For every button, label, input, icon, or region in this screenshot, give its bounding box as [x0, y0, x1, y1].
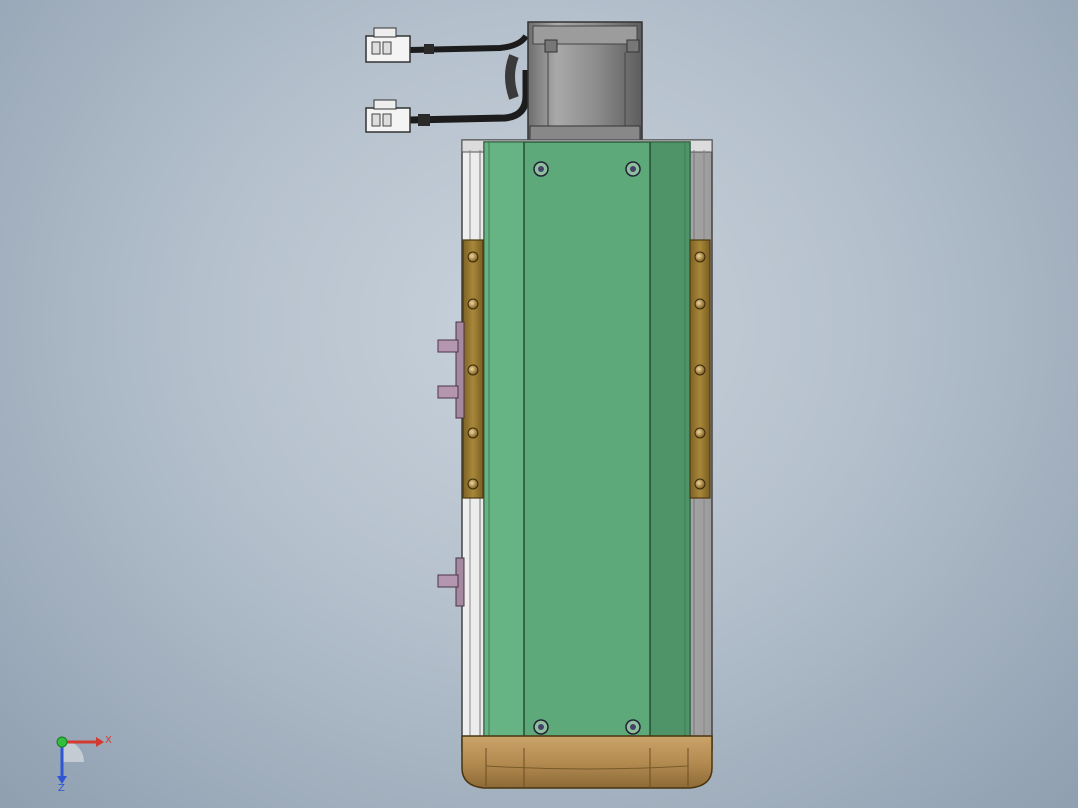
motor-cable-upper[interactable] — [365, 27, 529, 63]
end-cap[interactable] — [461, 735, 713, 789]
motor-cable-lower[interactable] — [365, 54, 530, 133]
right-side-strip[interactable] — [689, 239, 711, 499]
sensor-bracket-lower[interactable] — [437, 557, 465, 607]
left-side-strip[interactable] — [462, 239, 484, 499]
linear-actuator-model[interactable] — [0, 0, 1078, 808]
triad-x-label: X — [105, 735, 112, 746]
triad-z-label: Z — [58, 783, 65, 792]
sensor-bracket-upper[interactable] — [437, 321, 465, 419]
cad-viewport[interactable]: X Z — [0, 0, 1078, 808]
view-orientation-triad[interactable]: X Z — [48, 728, 118, 792]
green-cover-plate[interactable] — [483, 141, 691, 749]
triad-y-axis — [56, 736, 68, 748]
servo-motor[interactable] — [527, 21, 643, 141]
